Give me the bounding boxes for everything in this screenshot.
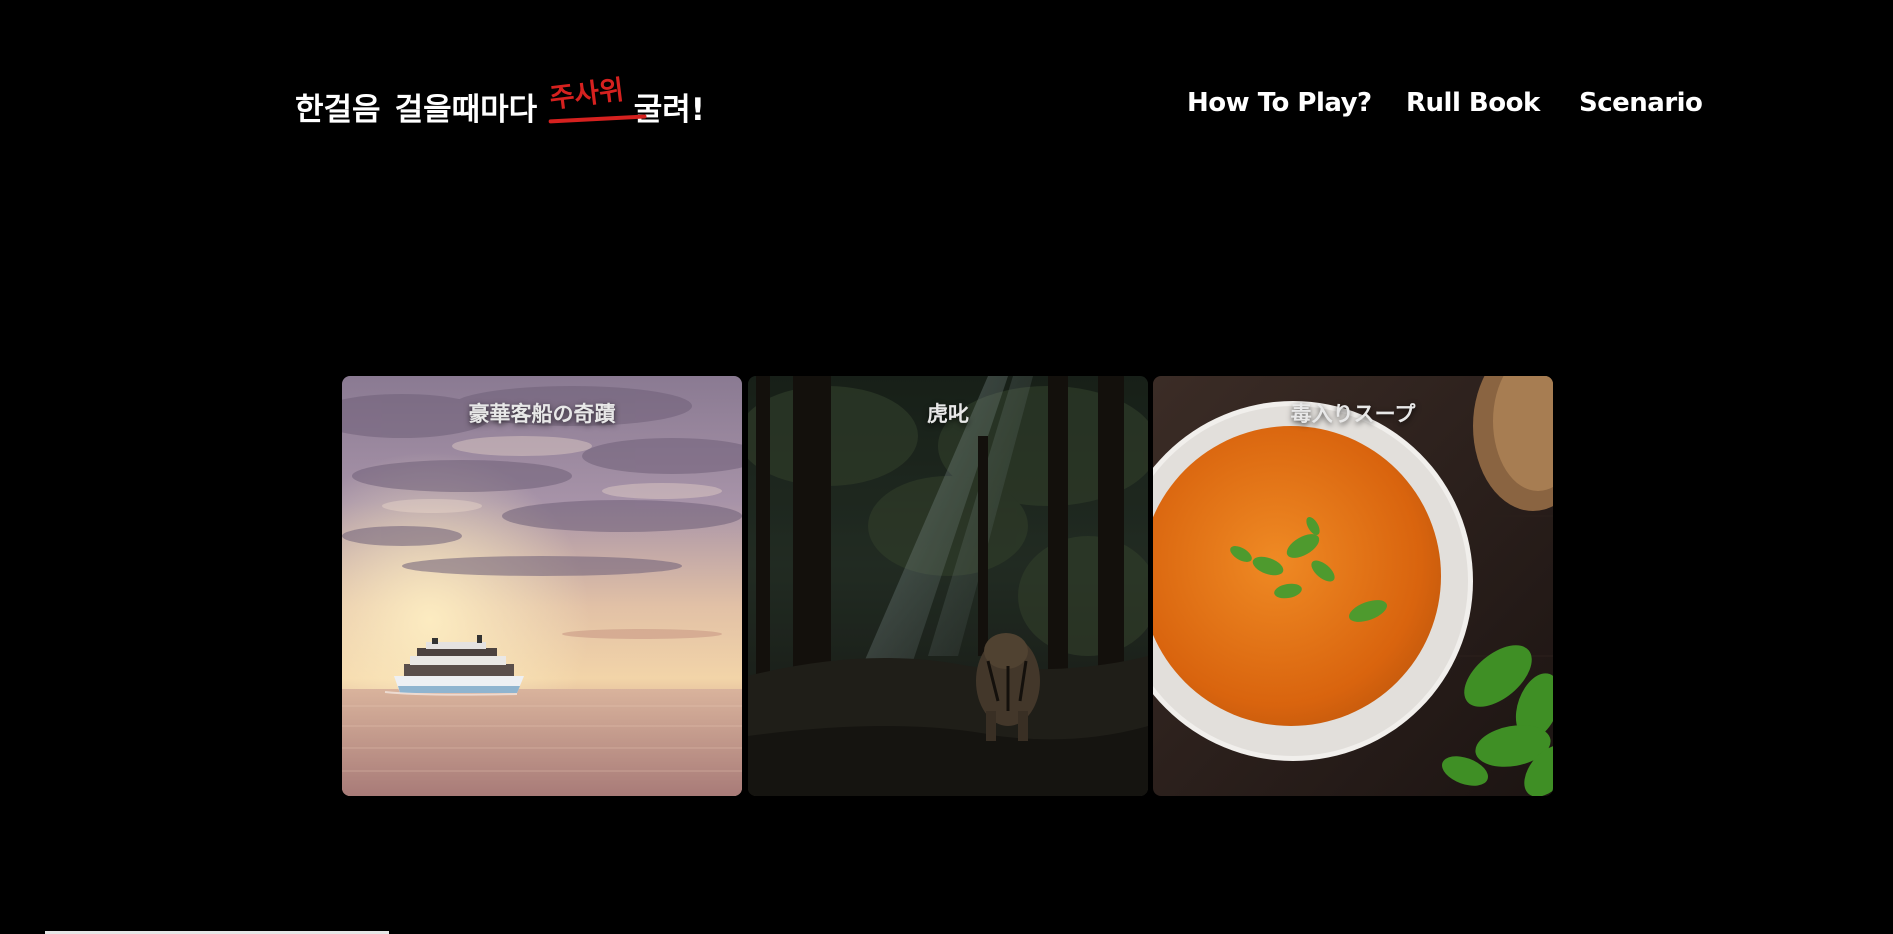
- scenario-cards: 豪華客船の奇蹟 虎叱 毒入りスープ: [342, 376, 1553, 796]
- cruise-ship-sunset-image: [342, 376, 742, 796]
- scenario-title: 毒入りスープ: [1290, 402, 1416, 426]
- nav-rull-book[interactable]: Rull Book: [1406, 88, 1540, 118]
- scenario-title: 虎叱: [927, 402, 969, 426]
- logo-highlight-text: 주사위: [548, 74, 626, 115]
- logo-highlight-dice: 주사위: [548, 74, 647, 137]
- nav-how-to-play[interactable]: How To Play?: [1187, 88, 1372, 118]
- scenario-card-cruise[interactable]: 豪華客船の奇蹟: [342, 376, 742, 796]
- logo-underline: [548, 114, 647, 124]
- logo-word-1: 한걸음: [295, 92, 381, 128]
- scenario-title: 豪華客船の奇蹟: [468, 402, 616, 426]
- site-logo[interactable]: 한걸음 걸을때마다 주사위 굴려!: [295, 72, 705, 132]
- nav-scenario[interactable]: Scenario: [1579, 88, 1703, 118]
- scenario-card-tiger[interactable]: 虎叱: [748, 376, 1148, 796]
- logo-word-2: 걸을때마다: [394, 92, 538, 128]
- tiger-forest-image: [748, 376, 1148, 796]
- page: 한걸음 걸을때마다 주사위 굴려! How To Play? Rull Book…: [0, 0, 1893, 934]
- scenario-card-soup[interactable]: 毒入りスープ: [1153, 376, 1553, 796]
- tomato-soup-bowl-image: [1153, 376, 1553, 796]
